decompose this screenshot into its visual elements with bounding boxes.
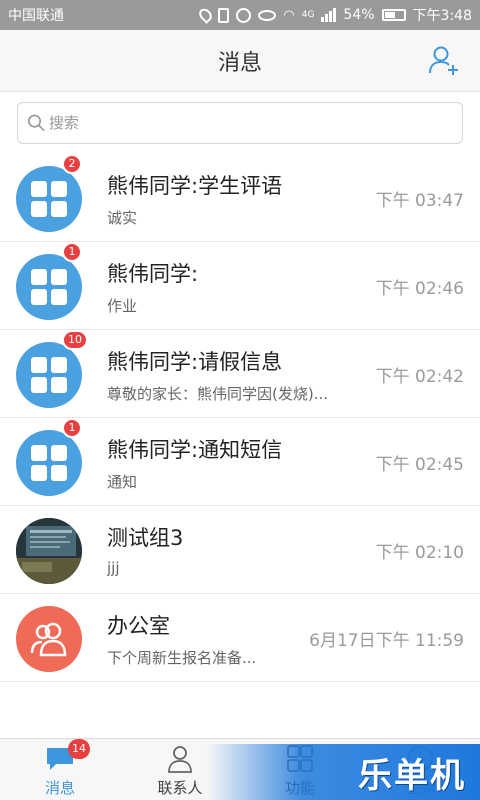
unread-badge: 10 bbox=[62, 330, 88, 350]
conversation-item[interactable]: 1 熊伟同学: 作业 下午 02:46 bbox=[0, 242, 480, 330]
status-bar: 中国联通 ◠ 4G 54% 下午3:48 bbox=[0, 0, 480, 30]
conversation-name: 熊伟同学:通知短信 bbox=[107, 438, 283, 462]
carrier-name: 中国联通 bbox=[8, 8, 64, 24]
search-input[interactable] bbox=[48, 114, 454, 132]
vibrate-icon bbox=[218, 7, 230, 23]
header: 消息 bbox=[0, 30, 480, 92]
group-photo bbox=[16, 518, 82, 584]
person-icon bbox=[168, 746, 192, 773]
conversation-preview: jjj bbox=[107, 559, 120, 577]
conversation-name: 熊伟同学:请假信息 bbox=[107, 350, 283, 374]
tab-badge: 14 bbox=[68, 739, 90, 759]
grid-app-icon bbox=[16, 254, 82, 320]
status-icons: ◠ 4G 54% 下午3:48 bbox=[197, 5, 472, 25]
unread-badge: 1 bbox=[62, 418, 82, 438]
alarm-icon bbox=[236, 7, 252, 23]
tab-label: 消息 bbox=[44, 779, 75, 797]
conversation-name: 熊伟同学: bbox=[107, 262, 199, 286]
search-icon bbox=[27, 114, 45, 132]
conversation-preview: 通知 bbox=[107, 473, 138, 491]
conversation-name: 测试组3 bbox=[107, 526, 184, 550]
conversation-time: 下午 02:45 bbox=[375, 455, 464, 475]
conversation-item[interactable]: 2 熊伟同学:学生评语 诚实 下午 03:47 bbox=[0, 154, 480, 242]
signal-icon bbox=[321, 8, 337, 22]
conversation-time: 下午 02:46 bbox=[375, 279, 464, 299]
people-icon bbox=[16, 606, 82, 672]
grid-app-icon bbox=[16, 166, 82, 232]
tab-messages[interactable]: 14 消息 bbox=[0, 739, 120, 800]
tab-label: 联系人 bbox=[157, 779, 203, 797]
clock: 下午3:48 bbox=[412, 8, 472, 24]
add-contact-icon[interactable] bbox=[428, 44, 460, 76]
wifi-icon: ◠ bbox=[283, 7, 295, 23]
unread-badge: 1 bbox=[62, 242, 82, 262]
conversation-preview: 作业 bbox=[107, 297, 138, 315]
conversation-name: 熊伟同学:学生评语 bbox=[107, 174, 283, 198]
conversation-time: 下午 02:42 bbox=[375, 367, 464, 387]
conversation-preview: 下个周新生报名准备... bbox=[107, 649, 257, 667]
battery-percent: 54% bbox=[343, 7, 375, 23]
eye-comfort-icon bbox=[258, 9, 277, 21]
grid-app-icon bbox=[16, 430, 82, 496]
search-box[interactable] bbox=[17, 102, 463, 144]
watermark-logo: 乐单机 bbox=[206, 744, 480, 800]
conversation-item[interactable]: 办公室 下个周新生报名准备... 6月17日下午 11:59 bbox=[0, 594, 480, 682]
conversation-item[interactable]: 1 熊伟同学:通知短信 通知 下午 02:45 bbox=[0, 418, 480, 506]
conversation-name: 办公室 bbox=[107, 614, 170, 638]
conversation-preview: 尊敬的家长：熊伟同学因(发烧)... bbox=[107, 385, 329, 403]
unread-badge: 2 bbox=[62, 154, 82, 174]
location-icon bbox=[197, 6, 215, 24]
grid-app-icon bbox=[16, 342, 82, 408]
network-type: 4G bbox=[301, 10, 315, 20]
conversation-list: 2 熊伟同学:学生评语 诚实 下午 03:47 1 熊伟同学: 作业 下午 02… bbox=[0, 154, 480, 682]
conversation-time: 下午 02:10 bbox=[375, 543, 464, 563]
conversation-time: 下午 03:47 bbox=[375, 191, 464, 211]
search-area bbox=[0, 92, 480, 154]
watermark-text: 乐单机 bbox=[358, 755, 466, 796]
conversation-item[interactable]: 测试组3 jjj 下午 02:10 bbox=[0, 506, 480, 594]
conversation-item[interactable]: 10 熊伟同学:请假信息 尊敬的家长：熊伟同学因(发烧)... 下午 02:42 bbox=[0, 330, 480, 418]
conversation-preview: 诚实 bbox=[107, 209, 138, 227]
conversation-time: 6月17日下午 11:59 bbox=[309, 631, 464, 651]
page-title: 消息 bbox=[217, 50, 262, 76]
battery-icon bbox=[381, 9, 406, 21]
